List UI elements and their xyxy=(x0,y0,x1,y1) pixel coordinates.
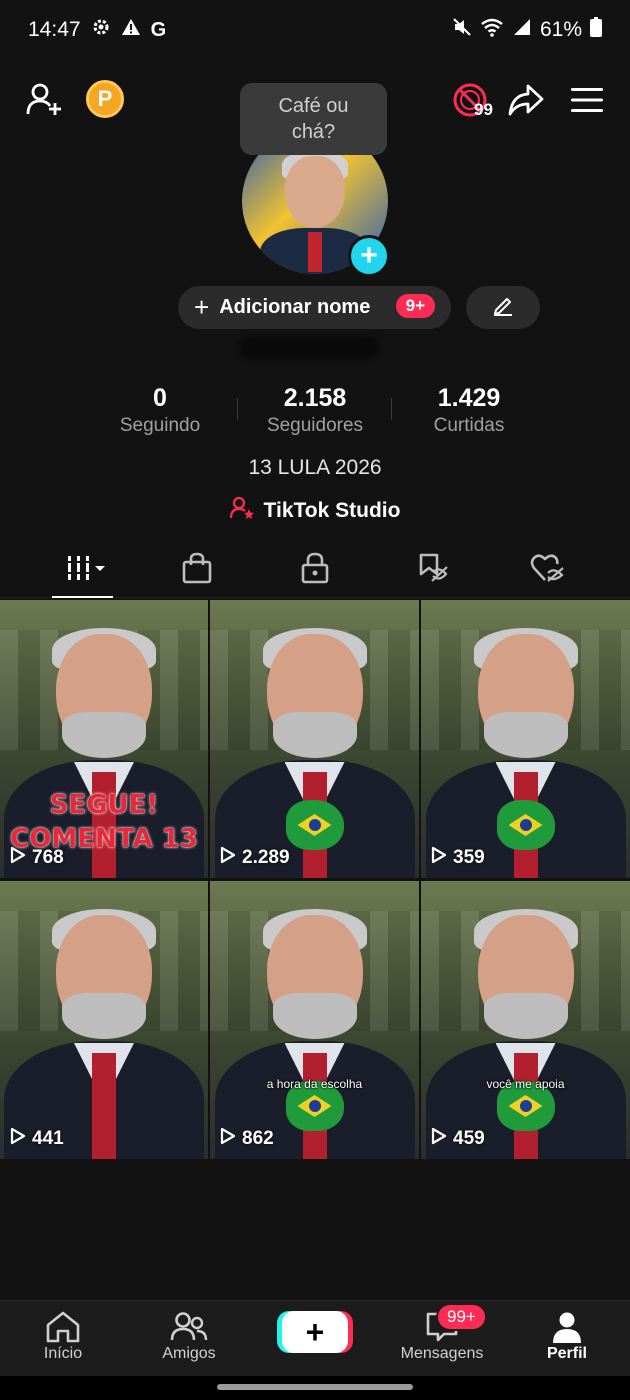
saved-tag-icon xyxy=(417,552,449,589)
live-badge-count: 99 xyxy=(474,100,493,119)
tab-saved[interactable] xyxy=(408,552,458,588)
nav-profile[interactable]: Perfil xyxy=(517,1309,617,1363)
tiktok-studio-link[interactable]: TikTok Studio xyxy=(0,496,630,526)
status-bar: 14:47 G 61% xyxy=(0,0,630,60)
stat-following-value: 0 xyxy=(153,384,167,412)
profile-icon xyxy=(517,1309,617,1345)
lock-icon xyxy=(301,552,329,589)
play-icon xyxy=(431,1127,447,1151)
video-caption: você me apoia xyxy=(486,1077,565,1091)
profile-tabs xyxy=(0,540,630,598)
tab-videos[interactable] xyxy=(58,552,112,588)
video-caption: a hora da escolha xyxy=(266,1077,363,1091)
stat-likes-label: Curtidas xyxy=(433,415,505,436)
tab-liked[interactable] xyxy=(522,552,572,588)
video-views-count: 359 xyxy=(453,847,485,868)
plus-icon: + xyxy=(194,292,210,322)
video-views-count: 459 xyxy=(453,1128,485,1149)
brazil-map-sticker xyxy=(285,800,344,850)
video-views: 441 xyxy=(10,1127,64,1151)
shop-bag-icon xyxy=(182,552,212,589)
video-grid: SEGUE! COMENTA 13 768 2.289 359 441 a hora da … xyxy=(0,600,630,1159)
profile-bio: 13 LULA 2026 xyxy=(248,456,382,479)
video-views: 459 xyxy=(431,1127,485,1151)
pencil-icon xyxy=(492,294,514,321)
nav-home-label: Início xyxy=(43,1345,83,1362)
video-thumbnail[interactable]: 441 xyxy=(0,881,208,1159)
warning-icon xyxy=(121,18,141,42)
home-indicator[interactable] xyxy=(217,1384,413,1390)
bottom-navigation: Início Amigos + Mensagens 99+ Perfil xyxy=(0,1300,630,1376)
signal-icon xyxy=(512,17,532,43)
video-overlay-text: SEGUE! xyxy=(49,790,159,820)
stat-followers-label: Seguidores xyxy=(266,415,364,436)
video-thumbnail[interactable]: SEGUE! COMENTA 13 768 xyxy=(0,600,208,878)
google-icon: G xyxy=(150,18,167,41)
coin-icon[interactable]: P xyxy=(86,80,124,118)
stat-following[interactable]: 0 Seguindo xyxy=(110,384,210,437)
friends-icon xyxy=(139,1309,239,1345)
wifi-icon xyxy=(480,17,504,43)
nav-messages-label: Mensagens xyxy=(400,1345,484,1362)
battery-icon xyxy=(590,17,602,43)
liked-heart-icon xyxy=(530,553,564,588)
play-icon xyxy=(220,846,236,870)
studio-person-star-icon xyxy=(229,496,256,526)
mute-icon xyxy=(452,17,472,43)
stat-following-label: Seguindo xyxy=(119,415,201,436)
video-thumbnail[interactable]: 2.289 xyxy=(210,600,419,878)
live-status-icon[interactable]: 99 xyxy=(444,78,498,122)
video-views-count: 862 xyxy=(242,1128,274,1149)
hamburger-menu-icon[interactable] xyxy=(565,78,609,122)
system-navigation-bar xyxy=(0,1376,630,1400)
add-name-label: Adicionar nome xyxy=(219,296,371,318)
stat-likes[interactable]: 1.429 Curtidas xyxy=(414,384,524,437)
play-icon xyxy=(220,1127,236,1151)
messages-badge: 99+ xyxy=(436,1303,487,1331)
video-views: 2.289 xyxy=(220,846,290,870)
tab-private[interactable] xyxy=(290,552,340,588)
tiktok-studio-label: TikTok Studio xyxy=(263,499,401,522)
status-time: 14:47 xyxy=(28,18,81,41)
stat-divider xyxy=(237,398,238,420)
username-redacted xyxy=(238,336,380,358)
play-icon xyxy=(10,1127,26,1151)
video-views-count: 2.289 xyxy=(242,847,290,868)
home-icon xyxy=(13,1309,113,1345)
add-avatar-plus-icon[interactable]: + xyxy=(348,235,390,277)
video-views: 768 xyxy=(10,846,64,870)
add-name-button[interactable]: + Adicionar nome 9+ xyxy=(178,286,451,329)
video-thumbnail[interactable]: você me apoia 459 xyxy=(421,881,630,1159)
note-bubble-text: Café ou chá? xyxy=(278,95,349,143)
video-views: 862 xyxy=(220,1127,274,1151)
stat-followers[interactable]: 2.158 Seguidores xyxy=(255,384,375,437)
stat-likes-value: 1.429 xyxy=(437,384,501,412)
brazil-map-sticker xyxy=(496,800,555,850)
active-tab-indicator xyxy=(52,596,113,598)
video-views: 359 xyxy=(431,846,485,870)
add-name-badge: 9+ xyxy=(395,294,435,318)
nav-friends-label: Amigos xyxy=(162,1345,216,1362)
video-views-count: 441 xyxy=(32,1128,64,1149)
nav-profile-label: Perfil xyxy=(546,1345,587,1362)
play-icon xyxy=(10,846,26,870)
battery-percent: 61% xyxy=(539,18,582,41)
stat-divider xyxy=(391,398,392,420)
video-views-count: 768 xyxy=(32,847,64,868)
video-thumbnail[interactable]: a hora da escolha 862 xyxy=(210,881,419,1159)
nav-home[interactable]: Início xyxy=(13,1309,113,1363)
videos-grid-icon xyxy=(62,553,108,588)
profile-stats: 0 Seguindo 2.158 Seguidores 1.429 Curtid… xyxy=(0,384,630,444)
stat-followers-value: 2.158 xyxy=(283,384,347,412)
note-bubble[interactable]: Café ou chá? xyxy=(240,83,387,155)
share-icon[interactable] xyxy=(504,78,548,122)
create-button[interactable]: + xyxy=(282,1311,348,1353)
gear-icon xyxy=(91,17,111,43)
play-icon xyxy=(431,846,447,870)
add-person-icon[interactable] xyxy=(22,78,66,122)
video-thumbnail[interactable]: 359 xyxy=(421,600,630,878)
nav-friends[interactable]: Amigos xyxy=(139,1309,239,1363)
edit-profile-button[interactable] xyxy=(466,286,540,329)
tab-shop[interactable] xyxy=(172,552,222,588)
